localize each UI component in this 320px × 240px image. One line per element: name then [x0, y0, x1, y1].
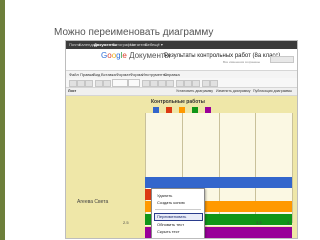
menu-file[interactable]: Файл	[69, 72, 79, 77]
menu-view[interactable]: Вид	[93, 72, 100, 77]
category-label: Агеева Света	[77, 199, 109, 205]
x-tick-label: 3.5	[256, 220, 262, 225]
context-item-hide[interactable]: Скрыть тест	[157, 229, 180, 234]
slide-title: Можно переименовать диаграмму	[54, 27, 214, 38]
chart-bar[interactable]	[145, 177, 292, 188]
align-icon[interactable]	[184, 80, 192, 87]
menu-form[interactable]: Форма	[130, 72, 142, 77]
borders-icon[interactable]	[176, 80, 184, 87]
toolbar	[66, 78, 297, 88]
currency-icon[interactable]	[95, 80, 103, 87]
sheet-name: Лист	[68, 89, 77, 93]
print-icon[interactable]	[69, 80, 77, 87]
menu-edit[interactable]: Правка	[80, 72, 94, 77]
context-item-rename[interactable]: Переименовать	[157, 214, 186, 219]
edit-chart-link[interactable]: Изменить диаграмму	[216, 89, 250, 93]
menu-format[interactable]: Формат	[116, 72, 130, 77]
slide-accent-bar	[0, 0, 5, 240]
google-docs-logo[interactable]: Google Документы	[101, 51, 170, 60]
gbar-link-more[interactable]: ещё ▾	[152, 42, 163, 47]
screenshot-frame: Почта Календарь Документы Фотографии Чит…	[65, 40, 298, 239]
menu-help[interactable]: Справка	[164, 72, 180, 77]
strikethrough-icon[interactable]	[150, 80, 158, 87]
percent-icon[interactable]	[103, 80, 111, 87]
chart-context-menu: Удалить Создать копию Переименовать Обно…	[151, 188, 205, 238]
sum-icon[interactable]	[210, 80, 218, 87]
gridline	[292, 113, 293, 223]
chart-toolbar: Лист Установить диаграмму Изменить диагр…	[66, 88, 297, 96]
x-tick-label: 2.5	[123, 220, 129, 225]
context-item-delete[interactable]: Удалить	[157, 193, 172, 198]
context-item-copy[interactable]: Создать копию	[157, 200, 185, 205]
share-button[interactable]	[270, 56, 294, 63]
font-size-dropdown[interactable]	[128, 79, 140, 87]
chart-title[interactable]: Контрольные работы	[151, 99, 205, 105]
set-chart-link[interactable]: Установить диаграмму	[176, 89, 213, 93]
publish-chart-link[interactable]: Публикация диаграммы	[253, 89, 292, 93]
save-status: Все изменения сохранены	[223, 60, 261, 64]
fill-color-icon[interactable]	[166, 80, 174, 87]
text-color-icon[interactable]	[158, 80, 166, 87]
menu-insert[interactable]: Вставка	[101, 72, 116, 77]
document-title[interactable]: Результаты контрольных работ (8а класс)	[164, 53, 280, 59]
redo-icon[interactable]	[85, 80, 93, 87]
undo-icon[interactable]	[77, 80, 85, 87]
context-divider	[155, 209, 201, 210]
chart-icon[interactable]	[202, 80, 210, 87]
context-item-refresh[interactable]: Обновить тест	[157, 222, 184, 227]
x-tick-label: 4	[287, 220, 290, 225]
number-format-dropdown[interactable]	[112, 79, 128, 87]
google-bar: Почта Календарь Документы Фотографии Чит…	[66, 41, 297, 49]
merge-icon[interactable]	[192, 80, 200, 87]
bold-icon[interactable]	[142, 80, 150, 87]
